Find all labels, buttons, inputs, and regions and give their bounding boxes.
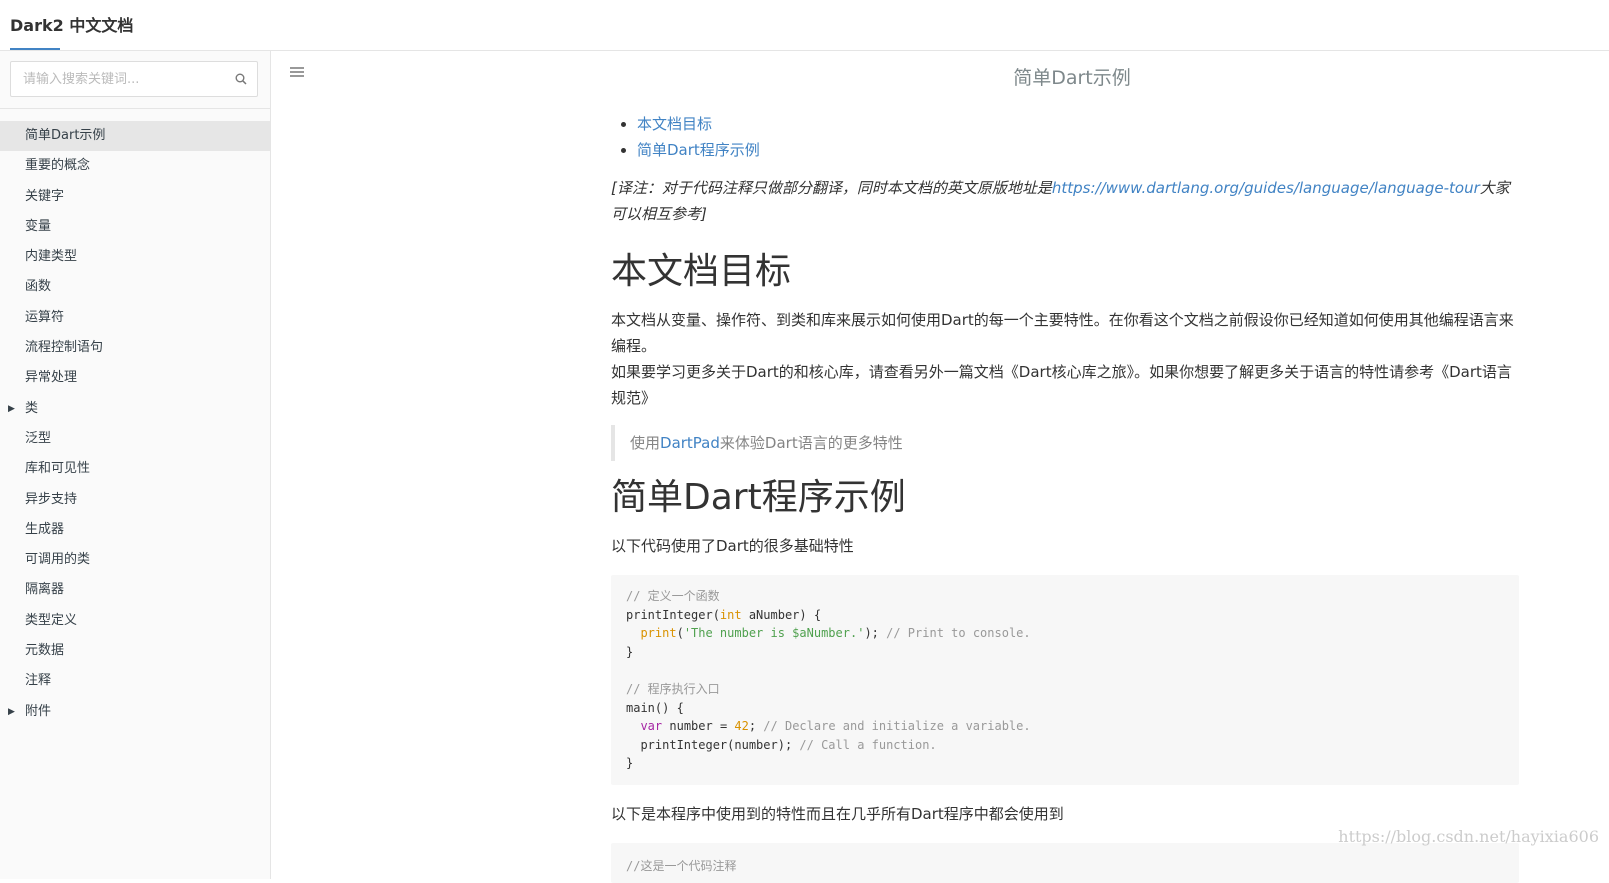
code-block: //这是一个代码注释 [611, 842, 1519, 883]
note-text: [译注：对于代码注释只做部分翻译，同时本文档的英文原版地址是 [611, 179, 1052, 197]
sidebar-item-typedefs[interactable]: 类型定义 [0, 606, 270, 636]
toc-link-goal[interactable]: 本文档目标 [637, 115, 712, 133]
sidebar-item-label: 运算符 [25, 309, 65, 325]
search-area [0, 51, 270, 109]
sidebar-item-classes[interactable]: ▶ 类 [0, 394, 270, 424]
sidebar-item-comments[interactable]: 注释 [0, 666, 270, 696]
dartpad-link[interactable]: DartPad [660, 434, 720, 452]
search-input[interactable] [11, 62, 221, 96]
book-title[interactable]: Dark2 中文文档 [10, 12, 133, 50]
sidebar-item-builtin-types[interactable]: 内建类型 [0, 242, 270, 272]
watermark: https://blog.csdn.net/hayixia606 [1338, 827, 1599, 846]
sidebar-item-generics[interactable]: 泛型 [0, 424, 270, 454]
search-box [10, 61, 258, 97]
paragraph: 如果要学习更多关于Dart的和核心库，请查看另外一篇文档《Dart核心库之旅》。… [611, 363, 1512, 407]
sidebar-item-functions[interactable]: 函数 [0, 272, 270, 302]
caret-right-icon[interactable]: ▶ [8, 697, 15, 727]
sidebar-item-keywords[interactable]: 关键字 [0, 182, 270, 212]
sidebar-item-exceptions[interactable]: 异常处理 [0, 363, 270, 393]
sidebar-nav: 简单Dart示例 重要的概念 关键字 变量 内建类型 函数 运算符 流程控制语句… [0, 121, 270, 727]
sidebar-item-label: 重要的概念 [25, 158, 91, 174]
translator-note: [译注：对于代码注释只做部分翻译，同时本文档的英文原版地址是https://ww… [611, 175, 1519, 227]
sidebar-item-label: 流程控制语句 [25, 340, 104, 356]
sidebar-item-label: 可调用的类 [25, 552, 91, 568]
sidebar-item-label: 隔离器 [25, 582, 65, 598]
code-block: // 定义一个函数 printInteger(int aNumber) { pr… [611, 575, 1519, 785]
sidebar-item-label: 库和可见性 [25, 461, 91, 477]
sidebar-item-callable-classes[interactable]: 可调用的类 [0, 545, 270, 575]
article: 本文档目标 简单Dart程序示例 [译注：对于代码注释只做部分翻译，同时本文档的… [611, 111, 1519, 883]
top-bar: Dark2 中文文档 [0, 0, 1609, 51]
sidebar-item-label: 内建类型 [25, 249, 78, 265]
quote-text: 使用 [630, 434, 661, 452]
sidebar-item-label: 类型定义 [25, 612, 78, 628]
heading-goal: 本文档目标 [611, 251, 792, 292]
sidebar-item-async[interactable]: 异步支持 [0, 485, 270, 515]
heading-example: 简单Dart程序示例 [611, 477, 906, 518]
table-of-contents: 本文档目标 简单Dart程序示例 [611, 111, 1519, 163]
main-content: 简单Dart示例 本文档目标 简单Dart程序示例 [译注：对于代码注释只做部分… [272, 51, 1609, 883]
sidebar-item-label: 生成器 [25, 521, 65, 537]
sidebar-item-metadata[interactable]: 元数据 [0, 636, 270, 666]
sidebar-item-label: 附件 [25, 703, 52, 719]
sidebar-item-label: 元数据 [25, 643, 65, 659]
sidebar: 简单Dart示例 重要的概念 关键字 变量 内建类型 函数 运算符 流程控制语句… [0, 51, 271, 879]
sidebar-item-label: 注释 [25, 673, 52, 689]
english-source-link[interactable]: https://www.dartlang.org/guides/language… [1052, 179, 1480, 197]
toc-link-example[interactable]: 简单Dart程序示例 [637, 141, 760, 159]
search-icon[interactable] [235, 73, 247, 85]
sidebar-item-label: 泛型 [25, 430, 52, 446]
sidebar-item-variables[interactable]: 变量 [0, 212, 270, 242]
sidebar-item-label: 关键字 [25, 188, 65, 204]
sidebar-item-label: 异步支持 [25, 491, 78, 507]
sidebar-item-label: 简单Dart示例 [25, 128, 106, 143]
sidebar-item-appendix[interactable]: ▶ 附件 [0, 697, 270, 727]
toc-item: 本文档目标 [637, 111, 1519, 137]
sidebar-item-label: 类 [25, 400, 39, 416]
paragraph: 以下是本程序中使用到的特性而且在几乎所有Dart程序中都会使用到 [611, 804, 1064, 823]
caret-right-icon[interactable]: ▶ [8, 394, 15, 424]
toc-item: 简单Dart程序示例 [637, 137, 1519, 163]
sidebar-item-simple-dart-example[interactable]: 简单Dart示例 [0, 121, 270, 152]
quote-text: 来体验Dart语言的更多特性 [719, 434, 903, 452]
sidebar-item-isolates[interactable]: 隔离器 [0, 575, 270, 605]
page-title: 简单Dart示例 [1013, 67, 1131, 89]
paragraph: 以下代码使用了Dart的很多基础特性 [611, 537, 854, 555]
paragraph: 本文档从变量、操作符、到类和库来展示如何使用Dart的每一个主要特性。在你看这个… [611, 311, 1514, 355]
sidebar-item-operators[interactable]: 运算符 [0, 303, 270, 333]
sidebar-item-control-flow[interactable]: 流程控制语句 [0, 333, 270, 363]
sidebar-item-important-concepts[interactable]: 重要的概念 [0, 151, 270, 181]
sidebar-item-label: 函数 [25, 279, 52, 295]
sidebar-item-label: 变量 [25, 218, 52, 234]
tip-blockquote: 使用DartPad来体验Dart语言的更多特性 [611, 425, 1519, 461]
sidebar-item-generators[interactable]: 生成器 [0, 515, 270, 545]
sidebar-item-libraries[interactable]: 库和可见性 [0, 454, 270, 484]
hamburger-menu-icon[interactable] [290, 67, 304, 79]
sidebar-item-label: 异常处理 [25, 370, 78, 386]
